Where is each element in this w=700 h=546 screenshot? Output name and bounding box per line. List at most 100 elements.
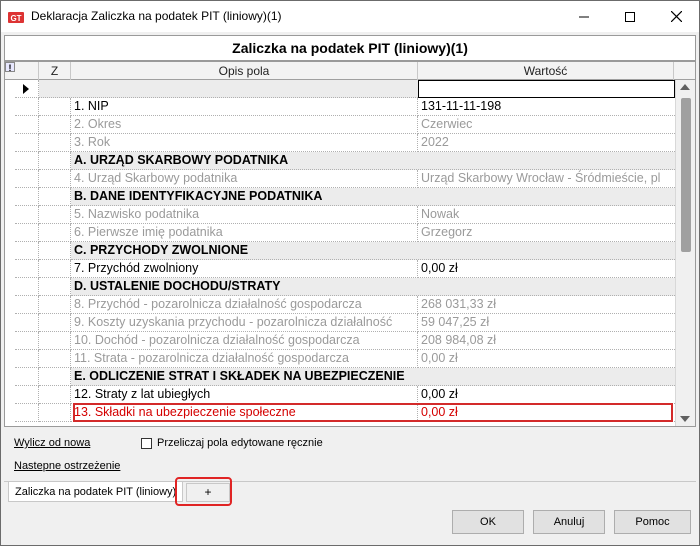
- close-button[interactable]: [653, 1, 699, 32]
- row-indicator: [15, 242, 39, 260]
- cancel-button[interactable]: Anuluj: [533, 510, 605, 534]
- table-row[interactable]: 12. Straty z lat ubiegłych 0,00 zł: [5, 386, 675, 404]
- recalc-manual-checkbox[interactable]: [141, 437, 152, 449]
- table-row[interactable]: 8. Przychód - pozarolnicza działalność g…: [5, 296, 675, 314]
- field-value: 208 984,08 zł: [418, 332, 675, 350]
- row-indicator: [15, 368, 39, 386]
- table-row[interactable]: 6. Pierwsze imię podatnika Grzegorz: [5, 224, 675, 242]
- next-warning-link[interactable]: Nastepne ostrzeżenie: [14, 460, 120, 472]
- current-row[interactable]: [5, 80, 675, 98]
- field-value: 59 047,25 zł: [418, 314, 675, 332]
- section-title: D. USTALENIE DOCHODU/STRATY: [71, 278, 675, 296]
- row-z-cell: [39, 260, 71, 278]
- form-header: Zaliczka na podatek PIT (liniowy)(1): [4, 35, 696, 61]
- row-indicator: [15, 80, 39, 98]
- row-indicator: [15, 206, 39, 224]
- field-value[interactable]: 0,00 zł: [418, 404, 675, 422]
- row-z-cell: [39, 368, 71, 386]
- minimize-button[interactable]: [561, 1, 607, 32]
- row-indicator: [15, 404, 39, 422]
- tax-app-icon: GT: [8, 12, 24, 23]
- column-header-opis[interactable]: Opis pola: [71, 62, 418, 80]
- maximize-button[interactable]: [607, 1, 653, 32]
- row-indicator: [15, 350, 39, 368]
- scroll-up-icon[interactable]: [680, 84, 690, 90]
- table-row[interactable]: 11. Strata - pozarolnicza działalność go…: [5, 350, 675, 368]
- column-header-wartosc[interactable]: Wartość: [418, 62, 674, 80]
- minimize-icon: [579, 16, 589, 17]
- tab-zaliczka-pit[interactable]: Zaliczka na podatek PIT (liniowy): [8, 482, 184, 502]
- table-row[interactable]: 5. Nazwisko podatnika Nowak: [5, 206, 675, 224]
- ok-button[interactable]: OK: [452, 510, 524, 534]
- warning-icon[interactable]: !: [5, 62, 15, 73]
- help-button[interactable]: Pomoc: [614, 510, 691, 534]
- field-label: 1. NIP: [71, 98, 418, 116]
- field-value[interactable]: 0,00 zł: [418, 260, 675, 278]
- row-z-cell: [39, 152, 71, 170]
- dialog-window: GT Deklaracja Zaliczka na podatek PIT (l…: [0, 0, 700, 546]
- section-row: D. USTALENIE DOCHODU/STRATY: [5, 278, 675, 296]
- row-indicator: [15, 116, 39, 134]
- field-label: 6. Pierwsze imię podatnika: [71, 224, 418, 242]
- row-indicator: [15, 260, 39, 278]
- section-row: A. URZĄD SKARBOWY PODATNIKA: [5, 152, 675, 170]
- row-z-cell: [39, 404, 71, 422]
- declaration-grid[interactable]: ! Z Opis pola Wartość 1. NIP 131-11-11-19…: [4, 61, 696, 427]
- table-row[interactable]: 7. Przychód zwolniony 0,00 zł: [5, 260, 675, 278]
- section-title: A. URZĄD SKARBOWY PODATNIKA: [71, 152, 675, 170]
- maximize-icon: [625, 11, 635, 22]
- table-row[interactable]: 9. Koszty uzyskania przychodu - pozaroln…: [5, 314, 675, 332]
- field-value: Grzegorz: [418, 224, 675, 242]
- field-value: Urząd Skarbowy Wrocław - Śródmieście, pl: [418, 170, 675, 188]
- scroll-down-icon[interactable]: [680, 416, 690, 422]
- add-tab-button[interactable]: +: [186, 483, 230, 502]
- row-indicator: [15, 224, 39, 242]
- scrollbar-thumb[interactable]: [681, 98, 691, 252]
- row-indicator: [15, 278, 39, 296]
- title-bar[interactable]: GT Deklaracja Zaliczka na podatek PIT (l…: [1, 1, 699, 32]
- recalc-manual-checkbox-label: Przeliczaj pola edytowane ręcznie: [157, 437, 323, 449]
- field-label: 7. Przychód zwolniony: [71, 260, 418, 278]
- row-z-cell: [39, 188, 71, 206]
- row-z-cell: [39, 170, 71, 188]
- section-row: E. ODLICZENIE STRAT I SKŁADEK NA UBEZPIE…: [5, 368, 675, 386]
- table-row[interactable]: 10. Dochód - pozarolnicza działalność go…: [5, 332, 675, 350]
- field-label: 8. Przychód - pozarolnicza działalność g…: [71, 296, 418, 314]
- field-value: 0,00 zł: [418, 350, 675, 368]
- row-indicator-header: [15, 62, 39, 80]
- row-z-cell: [39, 98, 71, 116]
- recalc-manual-checkbox-wrap[interactable]: Przeliczaj pola edytowane ręcznie: [141, 437, 323, 449]
- table-row[interactable]: 2. Okres Czerwiec: [5, 116, 675, 134]
- row-indicator: [15, 152, 39, 170]
- table-row[interactable]: 3. Rok 2022: [5, 134, 675, 152]
- row-indicator: [15, 296, 39, 314]
- row-z-cell: [39, 224, 71, 242]
- field-value: Czerwiec: [418, 116, 675, 134]
- column-header-z[interactable]: Z: [39, 62, 71, 80]
- section-row: B. DANE IDENTYFIKACYJNE PODATNIKA: [5, 188, 675, 206]
- recalculate-link[interactable]: Wylicz od nowa: [14, 437, 90, 449]
- field-label: 11. Strata - pozarolnicza działalność go…: [71, 350, 418, 368]
- row-z-cell: [39, 134, 71, 152]
- section-title: E. ODLICZENIE STRAT I SKŁADEK NA UBEZPIE…: [71, 368, 675, 386]
- field-value[interactable]: 0,00 zł: [418, 386, 675, 404]
- table-row[interactable]: 13. Składki na ubezpieczenie społeczne 0,…: [5, 404, 675, 422]
- row-indicator: [15, 386, 39, 404]
- row-indicator: [15, 98, 39, 116]
- field-label: 2. Okres: [71, 116, 418, 134]
- row-z-cell: [39, 116, 71, 134]
- field-label: 13. Składki na ubezpieczenie społeczne: [71, 404, 418, 422]
- row-z-cell: [39, 296, 71, 314]
- row-z-cell: [39, 314, 71, 332]
- vertical-scrollbar[interactable]: [675, 80, 695, 426]
- section-title: C. PRZYCHODY ZWOLNIONE: [71, 242, 675, 260]
- table-row[interactable]: 1. NIP 131-11-11-198: [5, 98, 675, 116]
- row-z-cell: [39, 206, 71, 224]
- current-row-arrow-icon: [23, 84, 29, 94]
- table-row[interactable]: 4. Urząd Skarbowy podatnika Urząd Skarbow…: [5, 170, 675, 188]
- current-row-value-cell[interactable]: [418, 80, 675, 98]
- svg-text:GT: GT: [10, 14, 21, 23]
- field-label: 5. Nazwisko podatnika: [71, 206, 418, 224]
- field-value[interactable]: 131-11-11-198: [418, 98, 675, 116]
- row-z-cell: [39, 350, 71, 368]
